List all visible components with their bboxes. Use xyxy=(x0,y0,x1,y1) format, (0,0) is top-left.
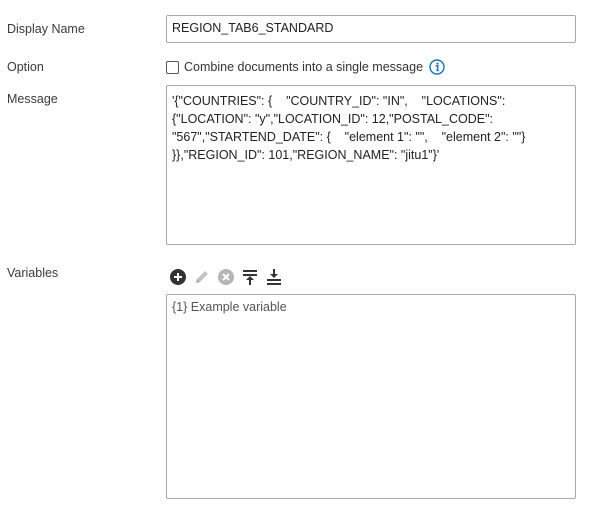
message-textarea[interactable]: '{"COUNTRIES": { "COUNTRY_ID": "IN", "LO… xyxy=(166,85,576,245)
move-bottom-icon[interactable] xyxy=(265,268,283,286)
variables-list[interactable]: {1} Example variable xyxy=(166,294,576,499)
add-icon[interactable] xyxy=(169,268,187,286)
move-top-icon[interactable] xyxy=(241,268,259,286)
variables-toolbar xyxy=(169,267,289,287)
display-name-label: Display Name xyxy=(7,22,85,36)
option-row: Combine documents into a single message xyxy=(166,58,445,76)
option-label: Option xyxy=(7,60,44,74)
edit-icon[interactable] xyxy=(193,268,211,286)
display-name-field[interactable]: REGION_TAB6_STANDARD xyxy=(166,15,576,43)
remove-icon[interactable] xyxy=(217,268,235,286)
message-label: Message xyxy=(7,92,58,106)
combine-documents-label[interactable]: Combine documents into a single message xyxy=(184,60,423,74)
combine-documents-checkbox[interactable] xyxy=(166,60,179,74)
info-icon[interactable] xyxy=(429,59,445,75)
list-item[interactable]: {1} Example variable xyxy=(172,300,570,314)
variables-label: Variables xyxy=(7,266,59,280)
